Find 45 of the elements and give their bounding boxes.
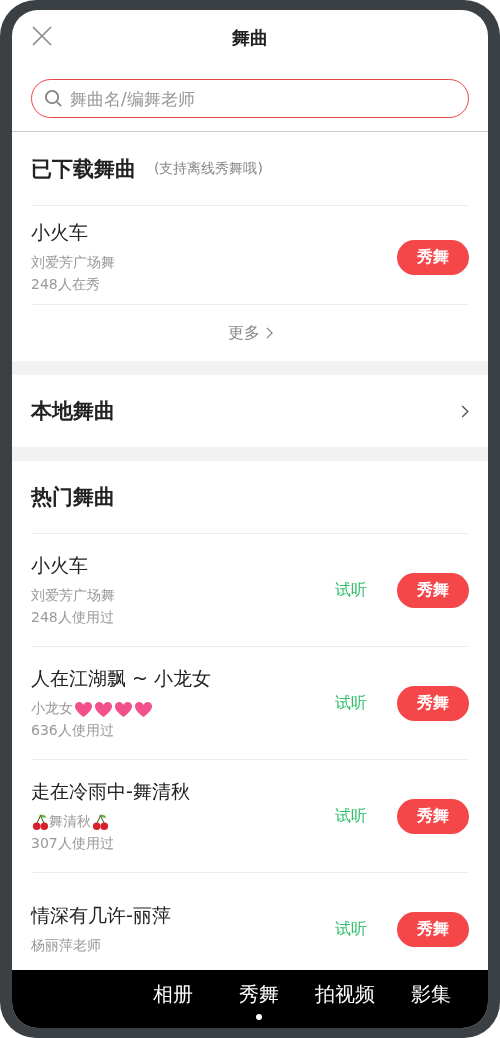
usage-count: 636人使用过 [31, 722, 115, 740]
local-songs-row[interactable]: 本地舞曲 [12, 375, 488, 447]
song-title: 小火车 [31, 553, 89, 578]
section-title: 热门舞曲 [31, 484, 115, 511]
search-icon [44, 89, 63, 108]
heart-icon [93, 700, 113, 718]
nav-tab[interactable]: 影集 [411, 981, 451, 1008]
usage-count: 248人使用过 [31, 609, 115, 627]
dance-button[interactable]: 秀舞 [397, 239, 469, 275]
section-note: (支持离线秀舞哦) [154, 159, 263, 178]
usage-count: 248人在秀 [31, 276, 101, 294]
song-artist: 刘爱芳广场舞 [31, 254, 116, 272]
section-title: 本地舞曲 [31, 398, 115, 425]
chevron-right-icon [265, 327, 273, 339]
song-artist: 舞清秋 [49, 813, 91, 831]
dance-button[interactable]: 秀舞 [397, 911, 469, 947]
song-artist: 杨丽萍老师 [31, 937, 101, 955]
song-title: 人在江湖飘 ~ 小龙女 [31, 666, 212, 691]
song-title: 走在冷雨中-舞清秋 [31, 779, 191, 804]
dance-button[interactable]: 秀舞 [397, 798, 469, 834]
heart-icon [133, 700, 153, 718]
close-icon[interactable] [32, 26, 52, 46]
nav-tab[interactable]: 拍视频 [315, 981, 375, 1008]
song-artist: 小龙女 [31, 700, 73, 718]
song-artist: 刘爱芳广场舞 [31, 587, 115, 605]
song-title: 小火车 [31, 220, 89, 245]
preview-link[interactable]: 试听 [335, 918, 367, 940]
usage-count: 307人使用过 [31, 835, 115, 853]
song-title: 情深有几许-丽萍 [31, 903, 172, 928]
preview-link[interactable]: 试听 [335, 692, 367, 714]
cherry-icon [91, 813, 109, 831]
nav-tab[interactable]: 相册 [153, 981, 193, 1008]
heart-icon [113, 700, 133, 718]
chevron-right-icon [461, 404, 469, 418]
preview-link[interactable]: 试听 [335, 579, 367, 601]
more-link[interactable]: 更多 [227, 322, 260, 344]
heart-icon [73, 700, 93, 718]
preview-link[interactable]: 试听 [335, 805, 367, 827]
dance-button[interactable]: 秀舞 [397, 572, 469, 608]
nav-tab[interactable]: 秀舞 [239, 981, 279, 1008]
search-field[interactable]: 舞曲名/编舞老师 [31, 79, 469, 118]
section-title: 已下载舞曲 [31, 155, 136, 183]
dance-button[interactable]: 秀舞 [397, 685, 469, 721]
cherry-icon [31, 813, 49, 831]
page-title: 舞曲 [232, 25, 268, 50]
